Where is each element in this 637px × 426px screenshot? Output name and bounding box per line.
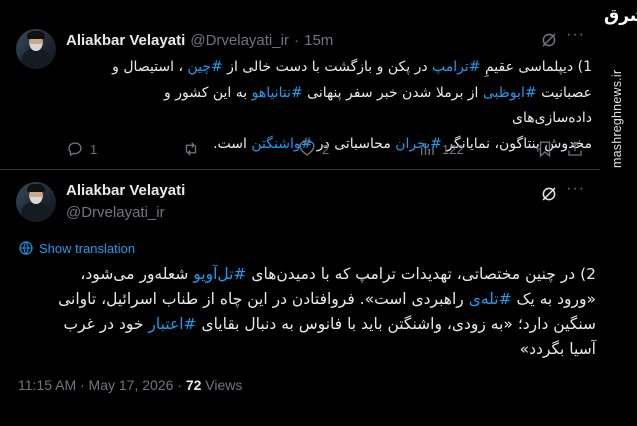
- translate-icon: [19, 241, 33, 255]
- text-segment: خود در غرب: [63, 315, 149, 333]
- more-icon[interactable]: ···: [566, 180, 585, 198]
- author-name[interactable]: Aliakbar Velayati: [66, 32, 185, 49]
- tweet-2[interactable]: Aliakbar Velayati @Drvelayati_ir ··· Sho…: [0, 170, 600, 426]
- views-label: Views: [201, 377, 243, 393]
- author-name[interactable]: Aliakbar Velayati: [66, 182, 185, 199]
- bookmark-icon: [539, 141, 551, 158]
- site-logo: مشرق: [604, 6, 637, 26]
- bookmark-button[interactable]: [536, 140, 554, 158]
- hashtag-link[interactable]: #ترامپ: [432, 59, 481, 75]
- share-icon: [568, 141, 582, 156]
- reply-button[interactable]: 1: [66, 140, 97, 158]
- text-segment: در پکن و بازگشت با دست خالی از: [222, 59, 433, 75]
- tweet-line: عصبانیت #ابوظبی از برملا شدن خبر سفر پنه…: [80, 81, 592, 132]
- views-button[interactable]: 122: [418, 140, 464, 158]
- retweet-button[interactable]: [182, 140, 206, 158]
- tweet-line: 2) در چنین مختصاتی، تهدیدات ترامپ که با …: [18, 262, 596, 287]
- more-icon[interactable]: ···: [566, 26, 585, 44]
- tweet-line: سنگین دارد؛ «به زودی، واشنگتن باید با فا…: [18, 312, 596, 337]
- avatar[interactable]: [16, 29, 56, 69]
- show-translation-label: Show translation: [39, 240, 136, 256]
- tweet-line: «ورود به یک #تله‌ی راهبردی است». فروافتا…: [18, 287, 596, 312]
- tweet-timestamp[interactable]: 11:15 AM · May 17, 2026 · 72 Views: [18, 377, 242, 393]
- like-count: 2: [322, 141, 330, 157]
- views-count: 72: [185, 377, 202, 393]
- hashtag-link[interactable]: #تل‌آویو: [193, 265, 246, 283]
- text-segment: 1) دیپلماسی عقیمِ: [480, 59, 592, 75]
- like-button[interactable]: 2: [298, 140, 329, 158]
- tweet-1[interactable]: Aliakbar Velayati @Drvelayati_ir · 15m ·…: [0, 0, 600, 170]
- hashtag-link[interactable]: #چین: [187, 59, 222, 75]
- text-segment: آسیا بگردد»: [519, 340, 596, 358]
- hashtag-link[interactable]: #تله‌ی: [469, 290, 512, 308]
- avatar[interactable]: [16, 182, 56, 222]
- hashtag-link[interactable]: #نتانیاهو: [252, 85, 303, 101]
- show-translation-link[interactable]: Show translation: [18, 240, 135, 256]
- like-icon: [299, 141, 315, 156]
- time-ago[interactable]: 15m: [304, 32, 333, 49]
- tweet-body: 1) دیپلماسی عقیمِ #ترامپ در پکن و بازگشت…: [80, 55, 592, 157]
- author-handle[interactable]: @Drvelayati_ir: [66, 204, 185, 221]
- reply-count: 1: [90, 141, 98, 157]
- text-segment: راهبردی است». فروافتادن در این چاه از طن…: [58, 290, 469, 308]
- hashtag-link[interactable]: #اعتبار: [148, 315, 196, 333]
- site-name: mashreghnews.ir: [610, 70, 624, 169]
- separator: ·: [294, 32, 300, 49]
- tweet-line: آسیا بگردد»: [18, 337, 596, 362]
- hashtag-link[interactable]: #ابوظبی: [483, 85, 537, 101]
- text-segment: ، استیصال و: [112, 59, 188, 75]
- timestamp-text: 11:15 AM · May 17, 2026 ·: [18, 377, 186, 393]
- tweet-body: 2) در چنین مختصاتی، تهدیدات ترامپ که با …: [18, 262, 596, 362]
- tweet-line: مخدوش پنتاگون، نمایانگر #بحران محاسباتی …: [80, 132, 592, 158]
- author-handle[interactable]: @Drvelayati_ir: [190, 32, 289, 49]
- grok-icon[interactable]: [540, 31, 558, 49]
- share-button[interactable]: [566, 140, 584, 158]
- text-segment: «ورود به یک: [511, 290, 596, 308]
- text-segment: از برملا شدن خبر سفر پنهانی: [302, 84, 483, 101]
- grok-icon[interactable]: [540, 185, 558, 203]
- tweet-line: 1) دیپلماسی عقیمِ #ترامپ در پکن و بازگشت…: [80, 55, 592, 81]
- retweet-icon: [185, 142, 197, 156]
- text-segment: شعله‌ور می‌شود،: [80, 265, 194, 283]
- views-icon: [421, 143, 434, 155]
- author-block: Aliakbar Velayati @Drvelayati_ir: [66, 182, 185, 221]
- watermark-sidebar: مشرق mashreghnews.ir: [600, 0, 637, 426]
- text-segment: عصبانیت: [536, 84, 592, 101]
- text-segment: است.: [213, 135, 252, 152]
- text-segment: سنگین دارد؛ «به زودی، واشنگتن باید با فا…: [196, 315, 596, 333]
- views-count: 122: [442, 141, 464, 157]
- text-segment: 2) در چنین مختصاتی، تهدیدات ترامپ که با …: [246, 265, 596, 283]
- reply-icon: [68, 142, 82, 157]
